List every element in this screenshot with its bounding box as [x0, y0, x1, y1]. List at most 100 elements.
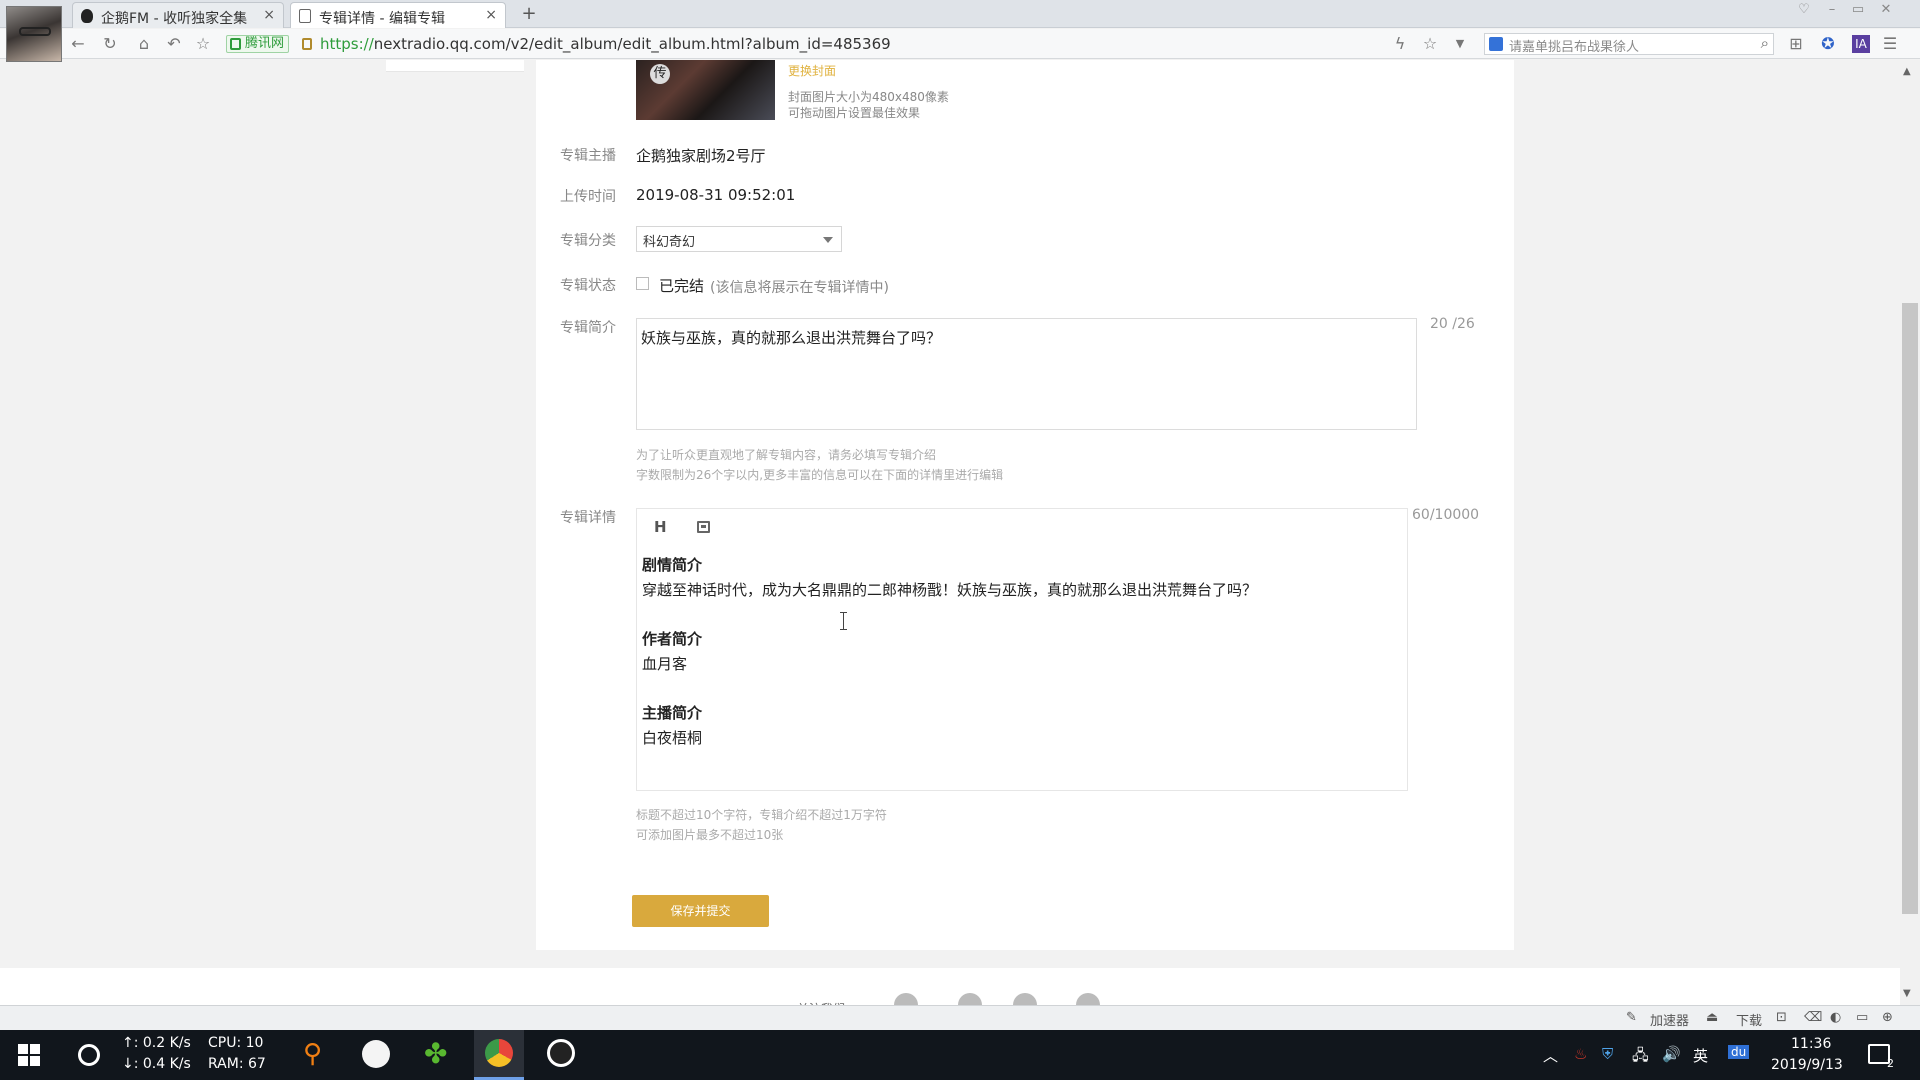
close-tab-icon[interactable]: ×	[263, 7, 275, 23]
lock-icon	[302, 38, 312, 50]
detail-paragraph: 血月客	[642, 655, 688, 673]
search-input[interactable]: 请嘉单挑吕布战果徐人 ⌕	[1484, 33, 1774, 55]
screen-icon[interactable]: ▭	[1856, 1010, 1868, 1025]
refresh-icon[interactable]: ↻	[100, 34, 120, 54]
status-note: (该信息将展示在专辑详情中)	[710, 280, 889, 296]
category-label: 专辑分类	[560, 233, 616, 249]
clock-time[interactable]: 11:36	[1791, 1036, 1831, 1052]
extension-star-icon[interactable]: ✪	[1818, 34, 1838, 54]
net-download-speed: ↓: 0.4 K/s	[122, 1056, 191, 1072]
detail-heading: 剧情简介	[642, 556, 703, 574]
show-hidden-icons[interactable]: ︿	[1543, 1045, 1558, 1066]
clock-date[interactable]: 2019/9/13	[1771, 1057, 1843, 1073]
tab-title: 企鹅FM - 收听独家全集	[101, 11, 248, 27]
skin-icon[interactable]: ♡	[1794, 2, 1814, 20]
insert-image-icon[interactable]	[697, 521, 710, 533]
trash-icon[interactable]: ⌫	[1804, 1010, 1822, 1025]
side-panel-stub	[386, 60, 524, 72]
clover-app-icon[interactable]: ✤	[412, 1030, 462, 1080]
dropdown-arrow-icon[interactable]: ▼	[1450, 34, 1470, 54]
browser-app-icon[interactable]	[474, 1030, 524, 1080]
volume-icon[interactable]: 🔊	[1662, 1045, 1681, 1063]
home-icon[interactable]: ⌂	[134, 34, 154, 54]
network-icon[interactable]: 🖧	[1632, 1045, 1649, 1070]
net-upload-speed: ↑: 0.2 K/s	[122, 1035, 191, 1051]
download-button[interactable]: 下载	[1736, 1010, 1762, 1029]
leaf-icon[interactable]: ✎	[1626, 1010, 1637, 1025]
intro-textarea[interactable]: 妖族与巫族，真的就那么退出洪荒舞台了吗？	[636, 318, 1417, 430]
intro-label: 专辑简介	[560, 320, 616, 336]
baidu-input-icon[interactable]: du	[1728, 1045, 1750, 1059]
tab-qiefm[interactable]: 企鹅FM - 收听独家全集 ×	[72, 2, 284, 28]
scroll-up-icon[interactable]: ▲	[1903, 66, 1911, 77]
notification-center-icon[interactable]: 2	[1868, 1044, 1894, 1070]
accelerator-button[interactable]: 加速器	[1650, 1010, 1689, 1029]
user-icon[interactable]: ⏏	[1706, 1010, 1718, 1025]
tab-edit-album[interactable]: 专辑详情 - 编辑专辑 ×	[290, 2, 506, 28]
detail-paragraph: 白夜梧桐	[642, 729, 703, 747]
tab-bar	[0, 0, 1920, 28]
undo-close-icon[interactable]: ↶	[164, 34, 184, 54]
windows-start-icon[interactable]	[18, 1044, 40, 1066]
upload-time-label: 上传时间	[560, 189, 616, 205]
apps-grid-icon[interactable]: ⊞	[1786, 34, 1806, 54]
completed-option-label[interactable]: 已完结	[659, 275, 704, 296]
intro-hint-1: 为了让听众更直观地了解专辑内容，请务必填写专辑介绍	[636, 448, 937, 462]
detail-rich-editor[interactable]	[636, 508, 1408, 791]
window-icon[interactable]: ⊡	[1776, 1010, 1787, 1025]
chrome-app-icon[interactable]	[350, 1030, 400, 1080]
site-identity-badge[interactable]: 腾讯网	[226, 35, 290, 53]
text-cursor-icon	[840, 612, 849, 630]
penguin-icon	[81, 9, 93, 23]
search-engine-icon[interactable]	[1489, 37, 1503, 51]
zoom-icon[interactable]: ⊕	[1882, 1010, 1893, 1025]
shield-icon	[230, 38, 241, 50]
restore-button[interactable]: ▭	[1848, 2, 1868, 20]
input-method-indicator[interactable]: 英	[1693, 1045, 1708, 1066]
bookmark-star-icon[interactable]: ☆	[1420, 34, 1440, 54]
back-icon[interactable]: ←	[68, 34, 88, 54]
detail-paragraph: 穿越至神话时代，成为大名鼎鼎的二郎神杨戬！妖族与巫族，真的就那么退出洪荒舞台了吗…	[642, 581, 1258, 599]
cortana-icon[interactable]	[78, 1044, 100, 1066]
search-placeholder: 请嘉单挑吕布战果徐人	[1509, 40, 1640, 55]
change-cover-link[interactable]: 更换封面	[788, 62, 836, 79]
cpu-usage: CPU: 10	[208, 1035, 264, 1051]
scroll-down-icon[interactable]: ▼	[1903, 988, 1911, 999]
cover-badge: 传	[650, 64, 670, 84]
sound-icon[interactable]: ◐	[1830, 1010, 1841, 1025]
detail-heading: 主播简介	[642, 704, 703, 722]
save-submit-button[interactable]: 保存并提交	[632, 895, 769, 927]
obs-app-icon[interactable]	[536, 1030, 586, 1080]
intro-char-count: 20 /26	[1430, 316, 1475, 332]
url-scheme: https://	[320, 35, 374, 53]
address-bar[interactable]: https://nextradio.qq.com/v2/edit_album/e…	[320, 35, 891, 53]
site-badge-label: 腾讯网	[245, 36, 285, 51]
tray-app-icon[interactable]: ♨	[1574, 1045, 1587, 1063]
close-window-button[interactable]: ✕	[1876, 2, 1896, 20]
new-tab-button[interactable]: +	[518, 4, 540, 24]
detail-heading: 作者简介	[642, 630, 703, 648]
tab-title: 专辑详情 - 编辑专辑	[319, 11, 445, 27]
flash-icon[interactable]: ϟ	[1390, 34, 1410, 54]
close-tab-icon[interactable]: ×	[485, 7, 497, 23]
search-app-icon[interactable]: ⚲	[290, 1030, 340, 1080]
album-cover-image[interactable]: 传	[636, 60, 775, 120]
menu-icon[interactable]: ☰	[1880, 34, 1900, 54]
category-value: 科幻奇幻	[643, 235, 696, 250]
heading-tool-button[interactable]: H	[654, 518, 667, 536]
ia-extension-icon[interactable]: IA	[1852, 35, 1870, 53]
upload-time-value: 2019-08-31 09:52:01	[636, 186, 796, 204]
tray-security-icon[interactable]: ⛨	[1602, 1045, 1613, 1063]
cover-size-hint: 封面图片大小为480x480像素	[788, 90, 949, 104]
user-avatar[interactable]	[6, 6, 62, 62]
intro-hint-2: 字数限制为26个字以内,更多丰富的信息可以在下面的详情里进行编辑	[636, 468, 1004, 482]
favorites-icon[interactable]: ☆	[193, 34, 213, 54]
host-label: 专辑主播	[560, 148, 616, 164]
minimize-button[interactable]: –	[1822, 2, 1842, 20]
chevron-down-icon	[823, 237, 833, 243]
ram-usage: RAM: 67	[208, 1056, 266, 1072]
search-icon[interactable]: ⌕	[1761, 34, 1769, 52]
completed-checkbox[interactable]	[636, 277, 649, 290]
category-select[interactable]: 科幻奇幻	[636, 226, 842, 252]
scrollbar-thumb[interactable]	[1902, 303, 1918, 914]
